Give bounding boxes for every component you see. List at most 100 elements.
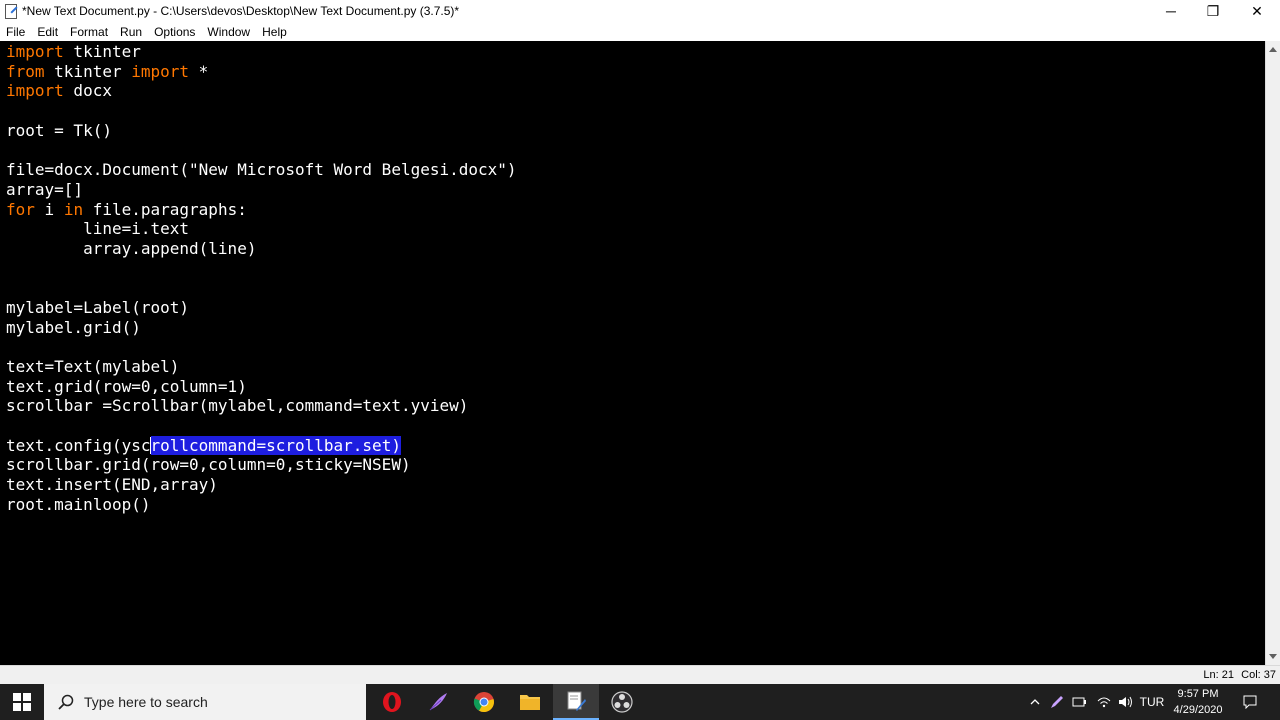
maximize-button[interactable]: ❐ (1192, 0, 1234, 22)
search-placeholder: Type here to search (84, 694, 208, 710)
code-line[interactable]: mylabel.grid() (6, 318, 517, 338)
code-line[interactable]: text=Text(mylabel) (6, 357, 517, 377)
pen-tray-icon[interactable] (1048, 684, 1066, 720)
code-line[interactable] (6, 416, 517, 436)
menu-window[interactable]: Window (201, 25, 256, 39)
opera-icon (383, 692, 401, 712)
code-line[interactable]: root.mainloop() (6, 495, 517, 515)
show-hidden-icons-chevron-icon[interactable] (1026, 684, 1044, 720)
code-token: array.append(line) (6, 238, 257, 258)
code-selection: rollcommand=scrollbar.set) (150, 435, 401, 455)
code-line[interactable] (6, 278, 517, 298)
code-line[interactable]: root = Tk() (6, 121, 517, 141)
opera-app[interactable] (369, 684, 415, 720)
code-token: tkinter (44, 61, 132, 81)
code-token: root = Tk() (6, 120, 112, 140)
code-line[interactable]: scrollbar.grid(row=0,column=0,sticky=NSE… (6, 455, 517, 475)
folder-icon (520, 695, 540, 710)
code-line[interactable]: text.config(yscrollcommand=scrollbar.set… (6, 435, 517, 456)
code-token: line=i.text (6, 219, 190, 239)
close-button[interactable]: ✕ (1236, 0, 1278, 22)
code-token: text=Text(mylabel) (6, 357, 180, 376)
status-line: Ln: 21 (1203, 669, 1234, 681)
code-line[interactable]: array.append(line) (6, 239, 517, 259)
network-tray-icon[interactable] (1070, 684, 1090, 720)
obs-app[interactable] (599, 684, 645, 720)
code-line[interactable] (6, 101, 517, 121)
idle-file-icon (567, 691, 586, 711)
code-token: tkinter (63, 42, 141, 61)
code-token: file.paragraphs: (83, 199, 247, 219)
minimize-button[interactable]: ─ (1150, 0, 1192, 22)
code-token: text.grid(row=0,column=1) (6, 376, 247, 396)
code-token: scrollbar =Scrollbar(mylabel,command=tex… (6, 396, 469, 416)
search-icon (58, 694, 74, 710)
window-title: *New Text Document.py - C:\Users\devos\D… (22, 4, 460, 18)
menu-options[interactable]: Options (148, 25, 201, 39)
code-line[interactable]: import docx (6, 81, 517, 101)
code-token: text.insert(END,array) (6, 475, 218, 495)
scroll-down-icon[interactable] (1269, 654, 1277, 659)
clock-date: 4/29/2020 (1173, 704, 1223, 716)
code-token: * (189, 61, 209, 81)
code-token: mylabel.grid() (6, 317, 141, 337)
status-bar: Ln: 21 Col: 37 (0, 665, 1280, 684)
wifi-icon[interactable] (1094, 684, 1114, 720)
menu-bar: File Edit Format Run Options Window Help (0, 22, 1280, 41)
code-token: mylabel=Label(root) (6, 297, 190, 317)
start-button[interactable] (0, 684, 44, 720)
code-keyword: for (6, 199, 35, 219)
title-bar: *New Text Document.py - C:\Users\devos\D… (0, 0, 1280, 22)
clock-time: 9:57 PM (1177, 688, 1219, 700)
code-line[interactable]: from tkinter import * (6, 62, 517, 82)
menu-file[interactable]: File (0, 25, 31, 39)
code-keyword: import (131, 61, 190, 81)
code-token: scrollbar.grid(row=0,column=0,sticky=NSE… (6, 455, 411, 475)
code-token: i (34, 199, 64, 219)
code-keyword: import (6, 81, 64, 101)
code-line[interactable]: array=[] (6, 180, 517, 200)
idle-app-icon (4, 4, 18, 19)
menu-run[interactable]: Run (114, 25, 148, 39)
code-line[interactable]: import tkinter (6, 42, 517, 62)
code-line[interactable]: for i in file.paragraphs: (6, 200, 517, 220)
code-token: file=docx.Document("New Microsoft Word B… (6, 160, 517, 180)
menu-help[interactable]: Help (256, 25, 293, 39)
code-keyword: from (6, 61, 45, 81)
feather-app[interactable] (415, 684, 461, 720)
code-line[interactable]: text.insert(END,array) (6, 475, 517, 495)
status-column: Col: 37 (1241, 669, 1276, 681)
menu-edit[interactable]: Edit (31, 25, 64, 39)
idle-taskbar-app[interactable] (553, 684, 599, 720)
notifications-icon[interactable] (1238, 684, 1262, 720)
scroll-up-icon[interactable] (1269, 47, 1277, 52)
taskbar-search[interactable]: Type here to search (44, 684, 366, 720)
code-token: array=[] (6, 179, 84, 199)
code-line[interactable]: text.grid(row=0,column=1) (6, 377, 517, 397)
code-line[interactable] (6, 337, 517, 357)
menu-format[interactable]: Format (64, 25, 114, 39)
taskbar: Type here to search TUR 9:57 PM 4/29/202… (0, 684, 1280, 720)
code-line[interactable]: mylabel=Label(root) (6, 298, 517, 318)
file-explorer-app[interactable] (507, 684, 553, 720)
code-token: text.config(ysc (6, 435, 151, 455)
code-line[interactable]: scrollbar =Scrollbar(mylabel,command=tex… (6, 396, 517, 416)
code-token: root.mainloop() (6, 494, 151, 514)
code-line[interactable] (6, 140, 517, 160)
vertical-scrollbar[interactable] (1265, 41, 1280, 665)
windows-logo-icon (13, 693, 31, 711)
chrome-icon (473, 692, 494, 713)
feather-icon (429, 693, 447, 711)
code-text[interactable]: import tkinter from tkinter import * impor… (6, 42, 517, 515)
code-keyword: in (63, 199, 84, 219)
code-line[interactable] (6, 259, 517, 279)
volume-icon[interactable] (1116, 684, 1136, 720)
code-token: docx (63, 81, 112, 101)
code-line[interactable]: line=i.text (6, 219, 517, 239)
system-clock[interactable]: 9:57 PM 4/29/2020 (1160, 684, 1236, 720)
code-line[interactable]: file=docx.Document("New Microsoft Word B… (6, 160, 517, 180)
code-keyword: import (6, 42, 64, 61)
obs-icon (611, 691, 633, 713)
code-editor[interactable]: import tkinter from tkinter import * impor… (0, 41, 1265, 665)
chrome-app[interactable] (461, 684, 507, 720)
